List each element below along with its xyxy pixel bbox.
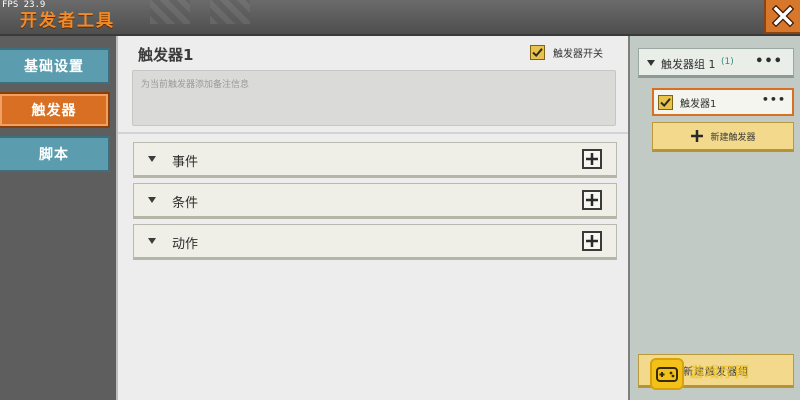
- trigger-group-name: 触发器组 1: [661, 58, 716, 71]
- section-actions[interactable]: 动作: [133, 224, 617, 260]
- title-bar-decoration: [210, 0, 250, 24]
- collapse-arrow-icon[interactable]: [148, 197, 156, 203]
- sidebar-item-basic-settings[interactable]: 基础设置: [0, 48, 110, 84]
- trigger-group-header[interactable]: 触发器组 1 (1) •••: [638, 48, 794, 78]
- watermark-text: 游戏厅网: [690, 365, 750, 381]
- add-event-button[interactable]: [582, 149, 602, 169]
- new-trigger-label: 新建触发器: [710, 132, 756, 143]
- note-input[interactable]: 为当前触发器添加备注信息: [132, 70, 616, 126]
- section-label: 条件: [172, 196, 199, 211]
- add-action-button[interactable]: [582, 231, 602, 251]
- plus-icon: [586, 194, 598, 206]
- window-title: 开发者工具: [20, 11, 115, 31]
- plus-icon: [586, 235, 598, 247]
- trigger-toggle[interactable]: 触发器开关: [530, 45, 603, 60]
- trigger-group-count: (1): [721, 57, 734, 67]
- close-icon: [772, 5, 794, 27]
- trigger-name[interactable]: 触发器1: [138, 44, 193, 65]
- sidebar-item-triggers[interactable]: 触发器: [0, 92, 110, 128]
- group-more-button[interactable]: •••: [755, 54, 783, 69]
- collapse-arrow-icon[interactable]: [148, 156, 156, 162]
- trigger-editor: 触发器1 触发器开关 为当前触发器添加备注信息 事件 条件 动作: [116, 36, 628, 400]
- section-conditions[interactable]: 条件: [133, 183, 617, 219]
- add-condition-button[interactable]: [582, 190, 602, 210]
- divider: [118, 132, 628, 134]
- trigger-toggle-label: 触发器开关: [553, 49, 603, 60]
- close-button[interactable]: [764, 0, 800, 34]
- item-more-button[interactable]: •••: [762, 93, 786, 106]
- plus-icon: [586, 153, 598, 165]
- sidebar-item-scripts[interactable]: 脚本: [0, 136, 110, 172]
- new-trigger-button[interactable]: 新建触发器: [652, 122, 794, 152]
- trigger-enable-checkbox[interactable]: [658, 95, 673, 110]
- section-label: 动作: [172, 237, 199, 252]
- check-icon: [532, 48, 543, 58]
- trigger-list-panel: 触发器组 1 (1) ••• 触发器1 ••• 新建触发器 新建触发器组: [628, 36, 800, 400]
- check-icon: [660, 98, 671, 108]
- title-bar-decoration: [150, 0, 190, 24]
- section-label: 事件: [172, 155, 199, 170]
- trigger-item-label: 触发器1: [680, 99, 717, 110]
- collapse-arrow-icon[interactable]: [148, 238, 156, 244]
- sidebar: 基础设置 触发器 脚本: [0, 36, 116, 400]
- gamepad-icon: [650, 358, 684, 390]
- trigger-toggle-checkbox[interactable]: [530, 45, 545, 60]
- title-bar: FPS 23.9 开发者工具: [0, 0, 800, 36]
- plus-icon: [691, 130, 704, 142]
- section-events[interactable]: 事件: [133, 142, 617, 178]
- trigger-list-item[interactable]: 触发器1 •••: [652, 88, 794, 116]
- collapse-arrow-icon[interactable]: [647, 60, 655, 66]
